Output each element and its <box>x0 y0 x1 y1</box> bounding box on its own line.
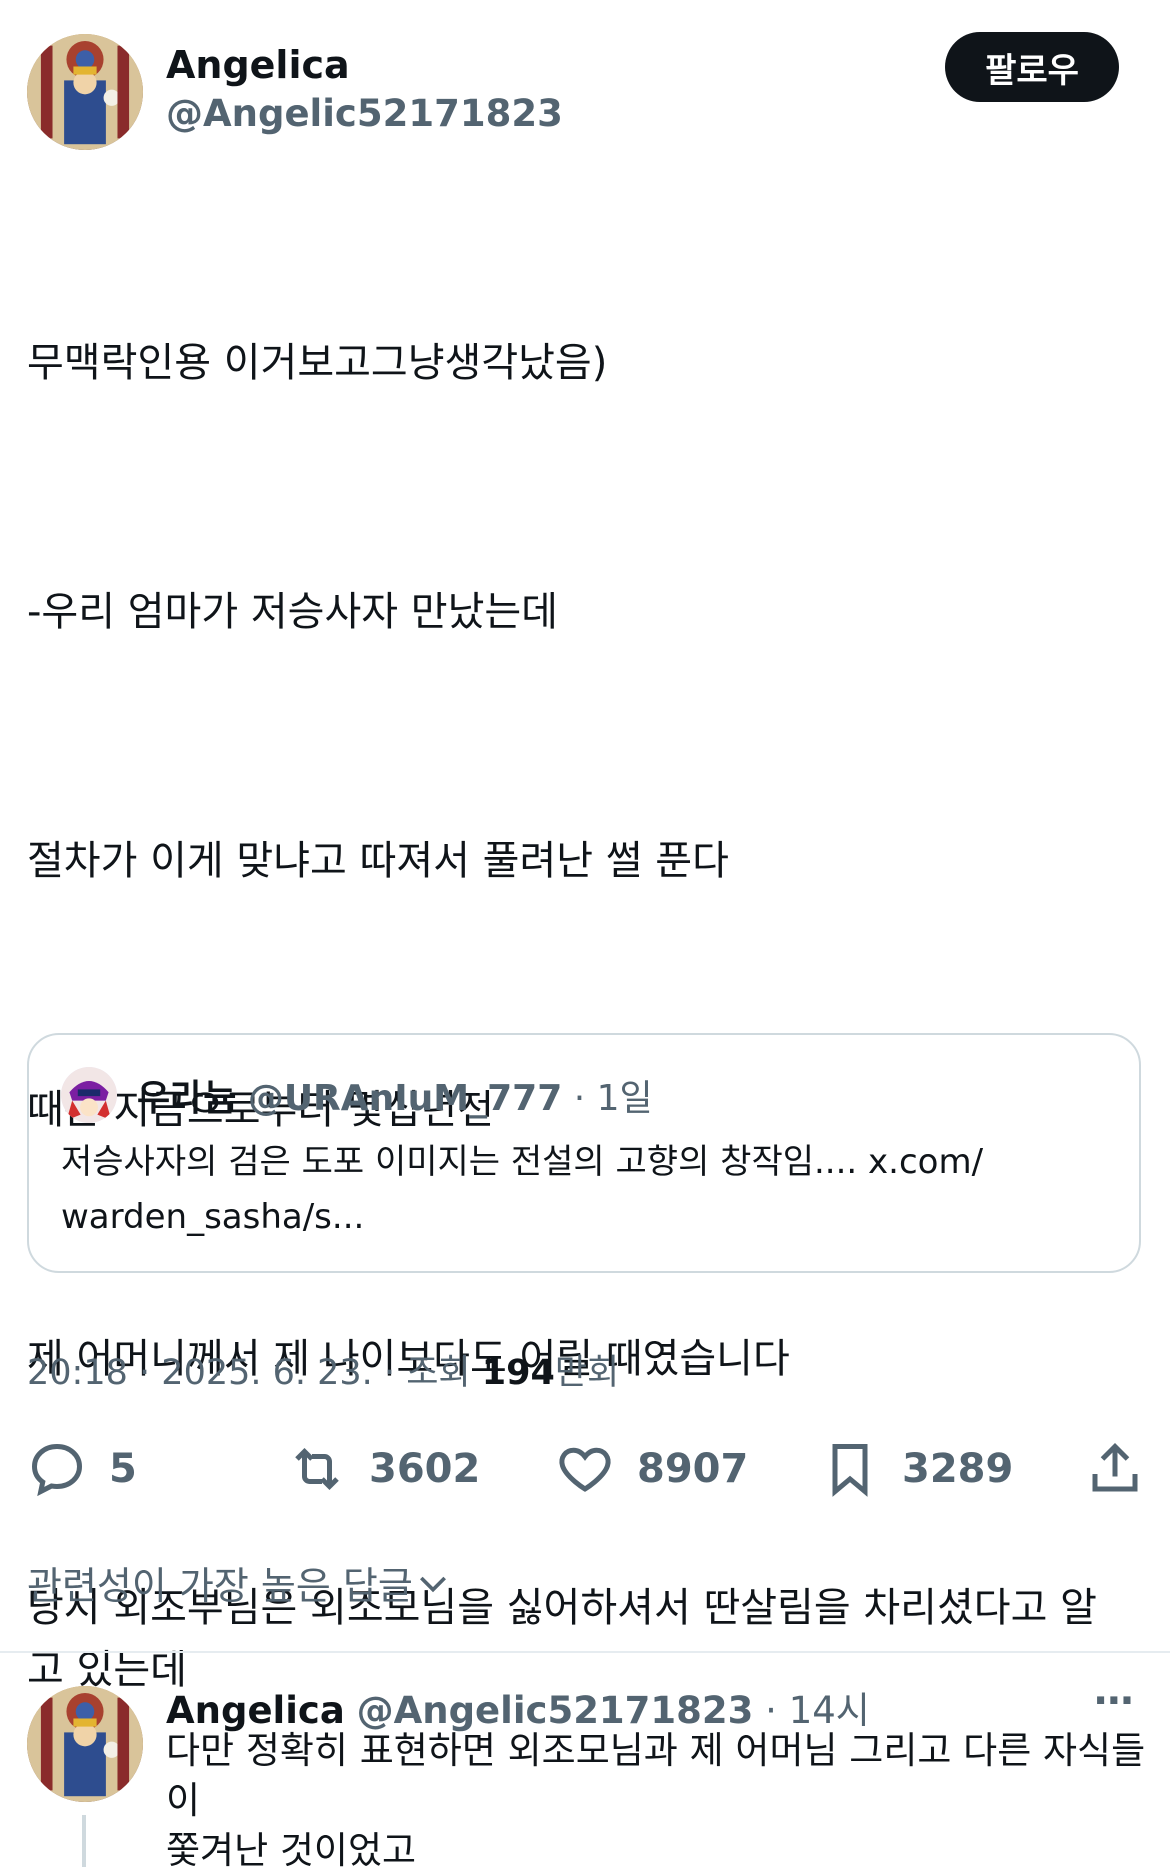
retweet-count: 3602 <box>369 1446 481 1492</box>
bookmark-count: 3289 <box>902 1446 1014 1492</box>
tweet-date[interactable]: 2025. 6. 23. <box>161 1353 373 1393</box>
reply-text: 다만 정확히 표현하면 외조모님과 제 어머님 그리고 다른 자식들이 쫓겨난 … <box>166 1729 1146 1872</box>
retweet-icon <box>295 1447 339 1491</box>
author-avatar[interactable] <box>27 34 143 150</box>
reply-author-avatar[interactable] <box>27 1686 143 1802</box>
quote-header: 우라늄 @URAnIuM_777 · 1일 <box>137 1069 653 1121</box>
tweet-meta: 20:18 · 2025. 6. 23. · 조회 194만회 <box>27 1344 619 1395</box>
share-icon <box>1092 1442 1138 1492</box>
thread-line <box>82 1815 86 1867</box>
like-count: 8907 <box>637 1446 749 1492</box>
author-name[interactable]: Angelica <box>166 43 350 87</box>
bookmark-button[interactable]: 3289 <box>820 1434 1013 1504</box>
quote-avatar-image <box>61 1067 117 1123</box>
retweet-button[interactable]: 3602 <box>287 1434 480 1504</box>
like-button[interactable]: 8907 <box>555 1434 748 1504</box>
reply-count: 5 <box>109 1446 137 1492</box>
tweet-line: 절차가 이게 맞냐고 따져서 풀려난 썰 푼다 <box>27 838 729 884</box>
more-icon[interactable]: ··· <box>1093 1678 1135 1724</box>
avatar-image <box>27 1686 143 1802</box>
reply-button[interactable]: 5 <box>27 1434 137 1504</box>
quote-author-name: 우라늄 <box>137 1078 237 1119</box>
avatar-image <box>27 34 143 150</box>
like-icon <box>559 1447 611 1492</box>
follow-button[interactable]: 팔로우 <box>945 32 1119 102</box>
bookmark-icon <box>832 1444 868 1497</box>
divider <box>0 1651 1170 1653</box>
sort-label: 관련성이 가장 높은 답글 <box>27 1564 413 1608</box>
views-count: 194 <box>481 1353 555 1393</box>
quote-time: · 1일 <box>573 1078 653 1119</box>
tweet-body: 무맥락인용 이거보고그냥생각났음) -우리 엄마가 저승사자 만났는데 절차가 … <box>27 208 1147 1763</box>
meta-separator: · <box>383 1353 396 1393</box>
quote-text: 저승사자의 검은 도포 이미지는 전설의 고향의 창작임.... x.com/ … <box>61 1142 984 1237</box>
author-handle[interactable]: @Angelic52171823 <box>166 92 563 135</box>
tweet-line: -우리 엄마가 저승사자 만났는데 <box>27 589 558 635</box>
meta-separator: · <box>139 1353 151 1393</box>
chevron-down-icon <box>419 1576 446 1592</box>
tweet-time[interactable]: 20:18 <box>27 1353 128 1393</box>
quote-avatar <box>61 1067 117 1123</box>
reply-sort-selector[interactable]: 관련성이 가장 높은 답글 <box>27 1555 453 1610</box>
views-unit: 만회 <box>554 1353 620 1393</box>
views-label: 조회 <box>406 1353 471 1393</box>
share-button[interactable] <box>1085 1434 1167 1504</box>
reply-icon <box>31 1443 83 1497</box>
quoted-tweet[interactable]: 우라늄 @URAnIuM_777 · 1일 저승사자의 검은 도포 이미지는 전… <box>27 1033 1141 1273</box>
tweet-line: 무맥락인용 이거보고그냥생각났음) <box>27 340 608 386</box>
quote-author-handle: @URAnIuM_777 <box>247 1078 563 1119</box>
